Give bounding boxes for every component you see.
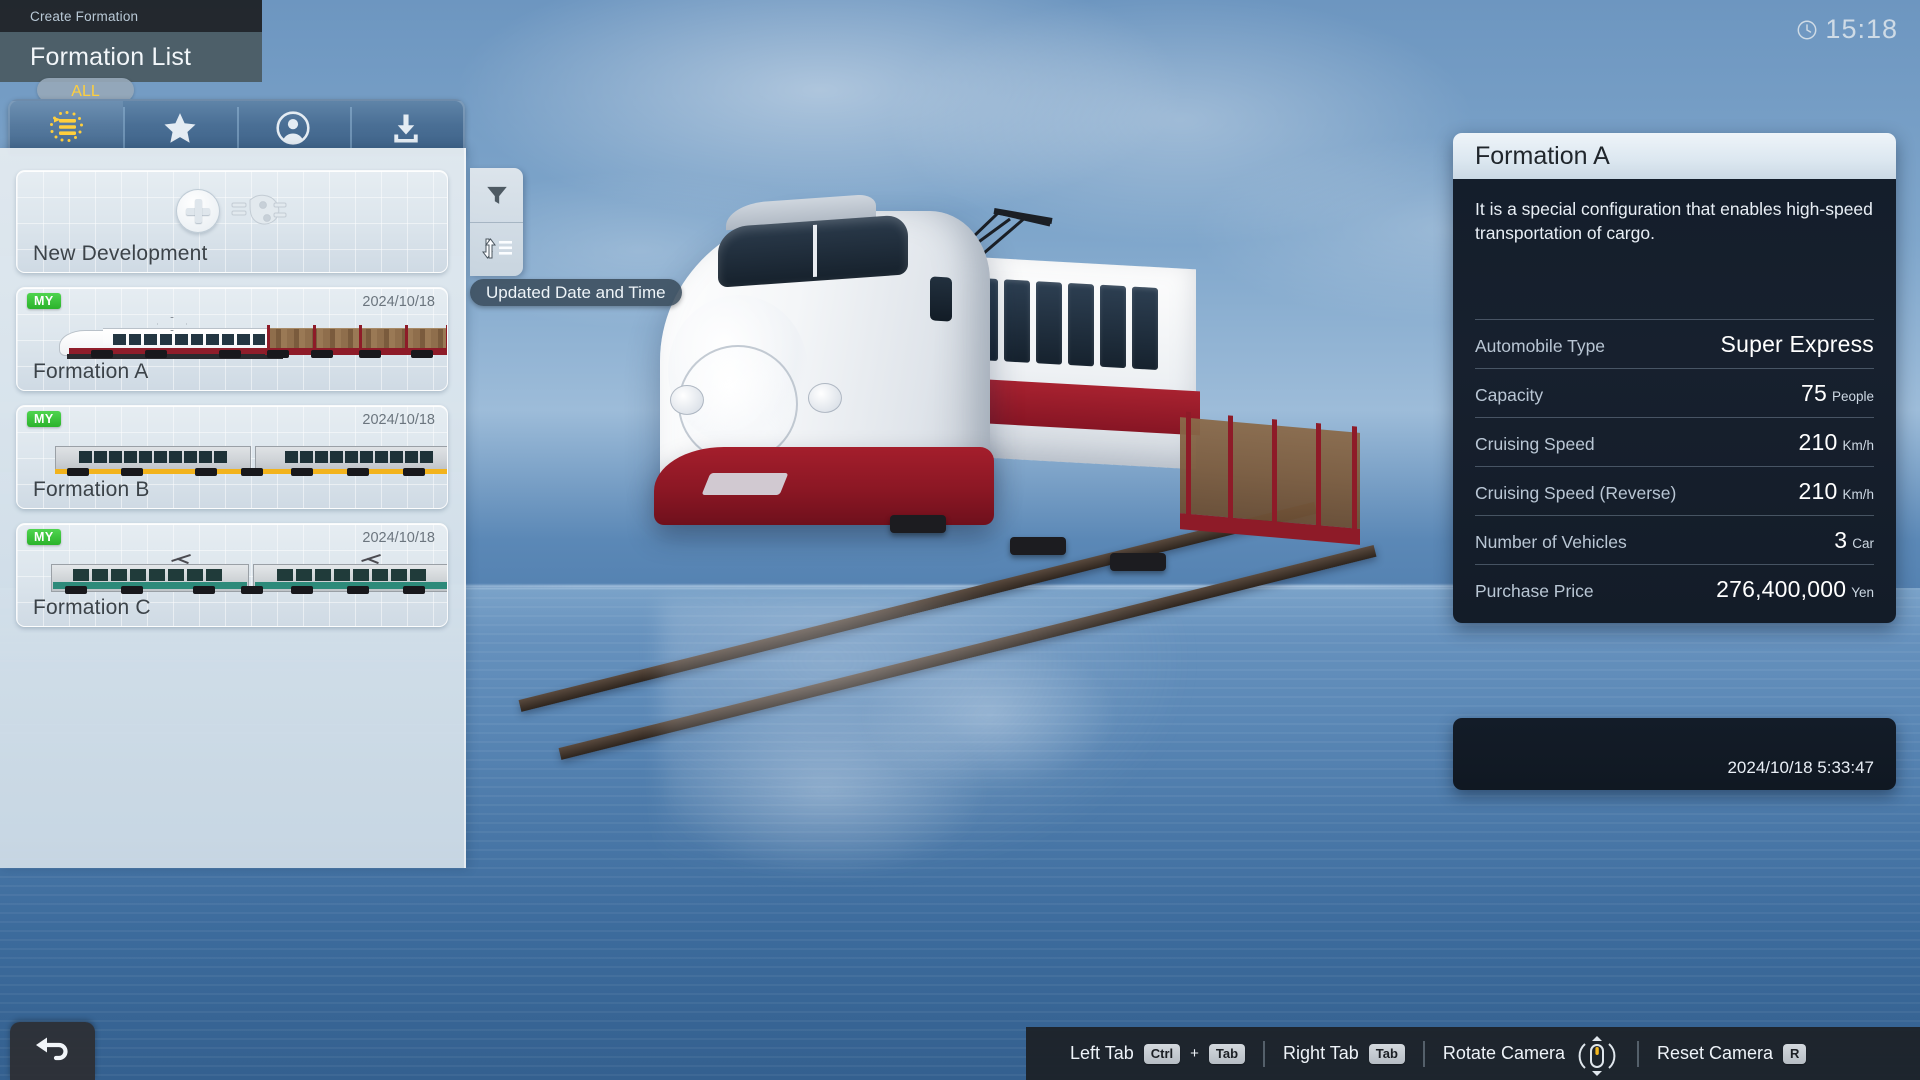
my-badge: MY [27, 293, 61, 309]
stat-value: Super Express [1720, 331, 1874, 357]
hint-rotate-camera: Rotate Camera [1425, 1034, 1637, 1076]
new-development-label: New Development [33, 242, 208, 265]
hint-label: Rotate Camera [1442, 1043, 1565, 1063]
hint-reset-camera: Reset Camera R [1639, 1043, 1824, 1064]
hint-label: Left Tab [1070, 1043, 1134, 1063]
stat-row-capacity: Capacity 75 People [1475, 368, 1874, 417]
tab-bar [8, 99, 465, 154]
info-panel-header: Formation A [1453, 133, 1896, 179]
hint-label: Right Tab [1283, 1043, 1359, 1063]
stat-row-number-of-vehicles: Number of Vehicles 3 Car [1475, 515, 1874, 564]
hint-label: Reset Camera [1656, 1043, 1774, 1063]
train-water-reflection [660, 600, 1220, 900]
my-badge: MY [27, 411, 61, 427]
stat-unit: Km/h [1842, 438, 1874, 453]
stat-unit: Yen [1851, 585, 1874, 600]
stat-unit: Car [1852, 536, 1874, 551]
card-date: 2024/10/18 [362, 294, 435, 310]
bogie-2 [1010, 537, 1066, 555]
back-button[interactable] [10, 1022, 95, 1080]
stat-row-automobile-type: Automobile Type Super Express [1475, 319, 1874, 368]
game-clock: 15:18 [1796, 14, 1898, 45]
list-all-icon [49, 110, 83, 142]
stat-value: 75 [1800, 380, 1827, 406]
info-panel-title: Formation A [1475, 141, 1610, 170]
game-screen: 15:18 Create Formation Formation List AL… [0, 0, 1920, 1080]
formation-info-panel: Formation A It is a special configuratio… [1453, 133, 1896, 623]
key-tab: Tab [1208, 1043, 1246, 1064]
filter-button[interactable] [470, 168, 523, 222]
train-3d-model [640, 185, 1360, 571]
formation-thumbnail-b [27, 436, 447, 488]
formation-list-panel: New Development MY 2024/10/18 Formation … [0, 148, 466, 868]
sort-button[interactable] [470, 221, 523, 277]
plus-icon [176, 189, 220, 233]
stat-row-purchase-price: Purchase Price 276,400,000 Yen [1475, 564, 1874, 613]
formation-thumbnail-c [27, 554, 447, 606]
page-title: Formation List [0, 32, 262, 82]
key-r: R [1783, 1043, 1807, 1064]
control-hints-bar: Left Tab Ctrl + Tab Right Tab Tab Rotate… [1026, 1027, 1920, 1080]
new-development-card[interactable]: New Development [16, 170, 448, 273]
sort-icon [481, 238, 512, 260]
stat-unit: Km/h [1842, 487, 1874, 502]
key-ctrl: Ctrl [1143, 1043, 1181, 1064]
clock-time: 15:18 [1825, 14, 1898, 44]
hint-right-tab: Right Tab Tab [1265, 1043, 1423, 1064]
download-icon [394, 114, 419, 143]
timestamp-label: 2024/10/18 5:33:47 [1727, 758, 1874, 777]
freight-wagon [1180, 411, 1360, 573]
tab-all[interactable] [10, 101, 124, 154]
breadcrumb-label: Create Formation [30, 8, 139, 24]
tab-favorites[interactable] [123, 101, 236, 154]
star-icon [164, 112, 196, 143]
formation-card-c[interactable]: MY 2024/10/18 Formation C [16, 523, 448, 627]
filter-sort-buttons [470, 168, 523, 276]
headlamp-left-icon [670, 385, 704, 415]
new-development-icons [17, 189, 447, 233]
stat-value: 276,400,000 [1716, 576, 1847, 602]
stat-unit: People [1831, 389, 1874, 404]
info-panel-description: It is a special configuration that enabl… [1475, 199, 1873, 244]
hint-left-tab: Left Tab Ctrl + Tab [1052, 1043, 1263, 1064]
stat-key: Number of Vehicles [1475, 532, 1627, 552]
stat-key: Cruising Speed (Reverse) [1475, 483, 1677, 503]
wrench-icon [230, 190, 288, 232]
bogie-3 [1110, 553, 1166, 571]
tab-user[interactable] [236, 101, 350, 154]
formation-card-a[interactable]: MY 2024/10/18 Formation A [16, 287, 448, 391]
locomotive-skirt [654, 447, 994, 525]
sort-tooltip-label: Updated Date and Time [486, 282, 666, 302]
formation-thumbnail-a [27, 317, 447, 370]
key-tab: Tab [1368, 1043, 1405, 1064]
stat-row-cruising-speed-reverse: Cruising Speed (Reverse) 210 Km/h [1475, 466, 1874, 515]
sort-tooltip: Updated Date and Time [470, 279, 682, 306]
back-arrow-icon [35, 1037, 68, 1061]
stat-key: Purchase Price [1475, 581, 1594, 601]
breadcrumb: Create Formation [0, 0, 262, 32]
stat-value: 210 [1798, 478, 1838, 504]
timestamp-panel: 2024/10/18 5:33:47 [1453, 718, 1896, 790]
cab-side-window [930, 276, 952, 322]
tab-download[interactable] [349, 101, 463, 154]
headlamp-right-icon [808, 383, 842, 413]
stat-key: Cruising Speed [1475, 434, 1595, 454]
info-panel-body: It is a special configuration that enabl… [1453, 179, 1896, 623]
formation-card-b[interactable]: MY 2024/10/18 Formation B [16, 405, 448, 509]
bogie-1 [890, 515, 946, 533]
key-joiner: + [1190, 1045, 1199, 1062]
page-title-label: Formation List [30, 42, 192, 71]
stat-row-cruising-speed: Cruising Speed 210 Km/h [1475, 417, 1874, 466]
my-badge: MY [27, 529, 61, 545]
card-date: 2024/10/18 [362, 412, 435, 428]
filter-funnel-icon [486, 186, 507, 204]
person-icon [276, 110, 310, 145]
stat-key: Automobile Type [1475, 336, 1606, 356]
stat-value: 210 [1798, 429, 1838, 455]
card-date: 2024/10/18 [362, 530, 435, 546]
stat-key: Capacity [1475, 385, 1544, 405]
clock-icon [1797, 20, 1817, 39]
stat-value: 3 [1834, 527, 1848, 553]
mouse-rotate-icon [1575, 1034, 1619, 1076]
